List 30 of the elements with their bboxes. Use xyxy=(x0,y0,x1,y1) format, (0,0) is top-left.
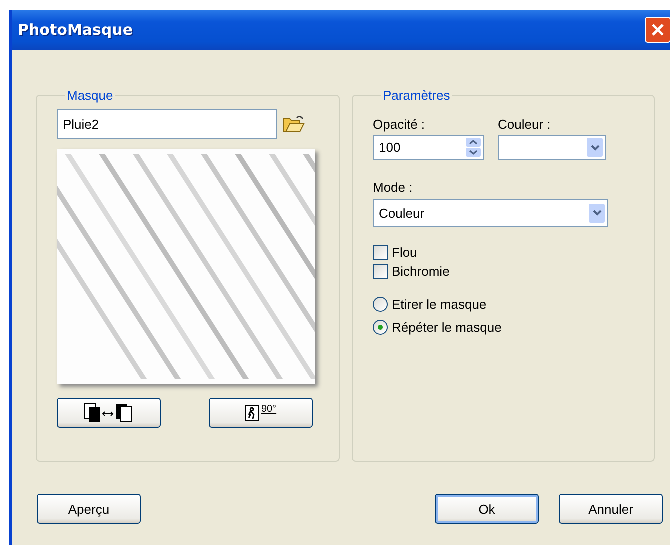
close-icon xyxy=(651,23,665,37)
radio-button[interactable] xyxy=(373,320,388,335)
radio-label: Répéter le masque xyxy=(392,320,502,335)
checkbox-label: Flou xyxy=(392,245,418,260)
group-label: Masque xyxy=(66,88,114,103)
dialog-button[interactable]: Ok xyxy=(435,494,539,524)
folder-icon[interactable] xyxy=(283,114,305,134)
opacity-label: Opacité : xyxy=(373,117,426,132)
opacity-spinbox[interactable]: 100 xyxy=(373,135,484,160)
mode-label: Mode : xyxy=(373,180,414,195)
figure-icon xyxy=(245,405,260,421)
checkbox[interactable] xyxy=(373,264,388,279)
color-dropdown[interactable] xyxy=(498,135,606,160)
swap-button[interactable] xyxy=(57,398,161,428)
radio-label: Etirer le masque xyxy=(392,297,487,312)
window-title: PhotoMasque xyxy=(18,21,134,39)
radio-button[interactable] xyxy=(373,297,388,312)
angle-label: 90° xyxy=(261,405,277,415)
mask-name-field[interactable]: Pluie2 xyxy=(57,109,277,139)
rotate-button[interactable]: 90° xyxy=(209,398,313,428)
checkbox-label: Bichromie xyxy=(392,264,450,279)
checkbox[interactable] xyxy=(373,245,388,260)
group-label: Paramètres xyxy=(382,88,452,103)
spin-arrows-icon[interactable] xyxy=(466,138,481,157)
swap-icon xyxy=(83,403,135,423)
close-button[interactable] xyxy=(645,17,670,43)
color-label: Couleur : xyxy=(498,117,552,132)
mode-dropdown[interactable]: Couleur xyxy=(373,199,608,227)
dialog-button[interactable]: Aperçu xyxy=(37,494,141,524)
dialog-button[interactable]: Annuler xyxy=(559,494,663,524)
